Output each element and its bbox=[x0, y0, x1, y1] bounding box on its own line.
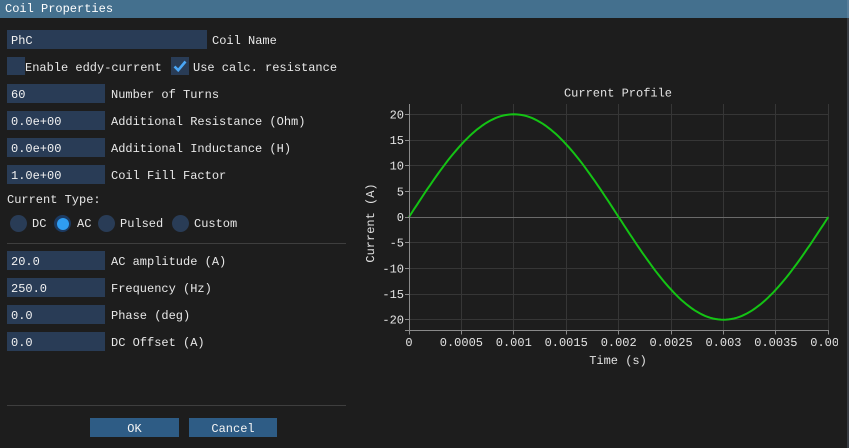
svg-text:0.004: 0.004 bbox=[810, 336, 846, 350]
svg-text:0.003: 0.003 bbox=[705, 336, 741, 350]
svg-text:Time (s): Time (s) bbox=[589, 354, 647, 368]
svg-text:10: 10 bbox=[390, 160, 404, 174]
svg-text:-20: -20 bbox=[382, 314, 404, 328]
svg-text:0.002: 0.002 bbox=[601, 336, 637, 350]
svg-text:0.001: 0.001 bbox=[496, 336, 532, 350]
svg-text:0.0025: 0.0025 bbox=[649, 336, 692, 350]
svg-text:-10: -10 bbox=[382, 262, 404, 276]
svg-text:Current (A): Current (A) bbox=[364, 183, 378, 262]
svg-text:0.0005: 0.0005 bbox=[440, 336, 483, 350]
svg-text:-15: -15 bbox=[382, 288, 404, 302]
svg-text:0.0015: 0.0015 bbox=[545, 336, 588, 350]
svg-text:20: 20 bbox=[390, 108, 404, 122]
svg-text:0: 0 bbox=[405, 336, 412, 350]
svg-text:0: 0 bbox=[397, 211, 404, 225]
svg-text:-5: -5 bbox=[390, 237, 404, 251]
svg-text:5: 5 bbox=[397, 185, 404, 199]
svg-text:0.0035: 0.0035 bbox=[754, 336, 797, 350]
svg-text:Current Profile: Current Profile bbox=[564, 87, 672, 101]
svg-text:15: 15 bbox=[390, 134, 404, 148]
